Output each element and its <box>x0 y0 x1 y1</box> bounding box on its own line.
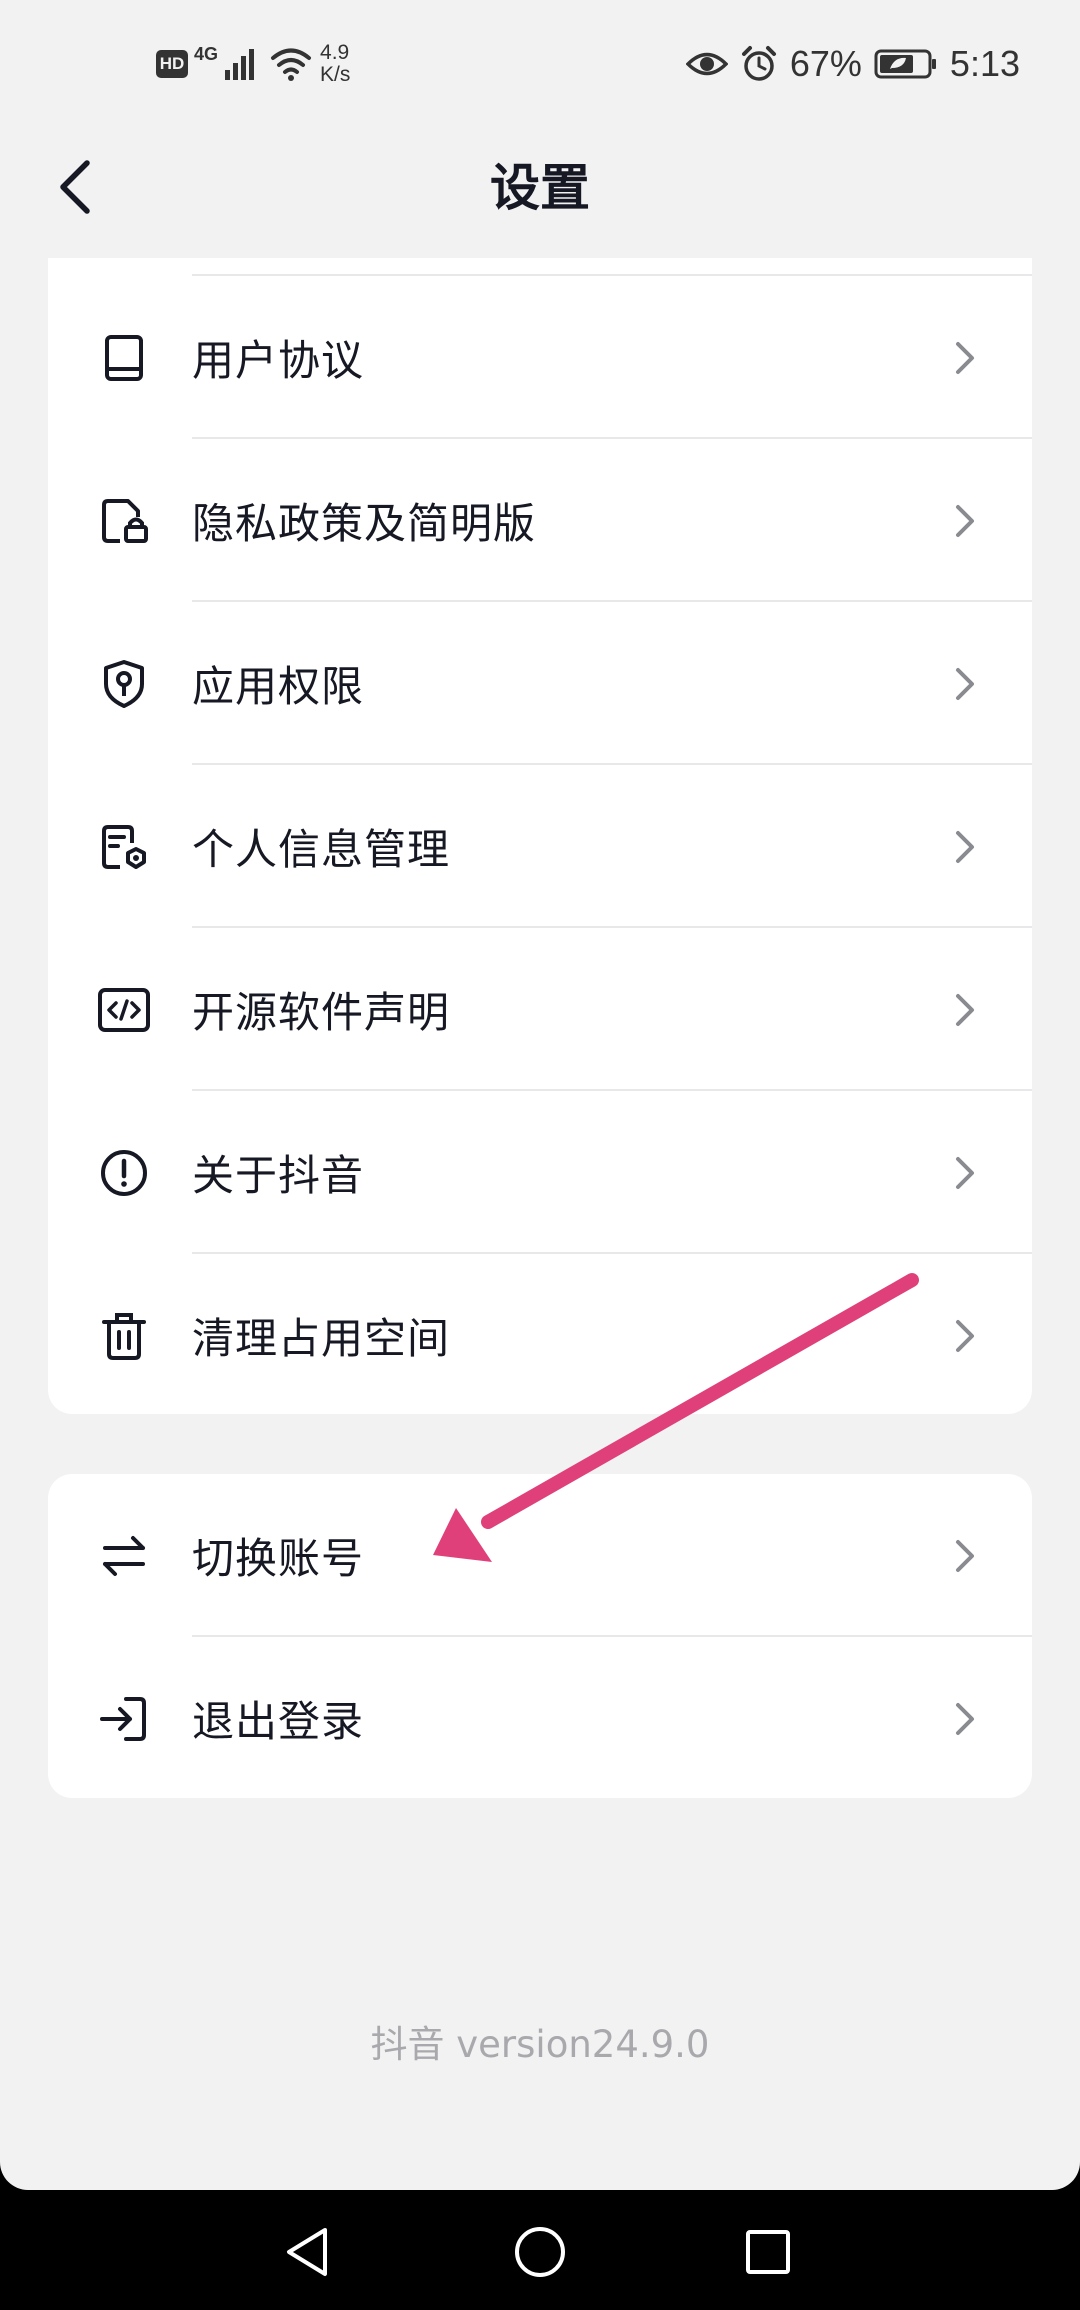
status-bar: HD 4G 4.9 K/s 67% 5:13 <box>0 0 1080 120</box>
network-speed: 4.9 K/s <box>320 42 350 86</box>
network-type: 4G <box>194 44 219 64</box>
switch-arrows-icon <box>96 1528 152 1584</box>
chevron-right-icon <box>950 1699 980 1739</box>
back-triangle-icon <box>287 2228 327 2276</box>
settings-row-clear-storage[interactable]: 清理占用空间 <box>48 1254 1032 1414</box>
screen: HD 4G 4.9 K/s 67% 5:13 设置 用户协议 隐私政策及简明版 … <box>0 0 1080 2190</box>
row-label: 个人信息管理 <box>192 825 451 874</box>
status-left: HD 4G 4.9 K/s <box>156 36 350 92</box>
clock: 5:13 <box>949 43 1020 84</box>
home-circle-icon <box>515 2227 565 2277</box>
row-label: 用户协议 <box>192 336 365 385</box>
shield-key-icon <box>96 656 152 712</box>
settings-row-open-source[interactable]: 开源软件声明 <box>48 928 1032 1091</box>
status-right: 67% 5:13 <box>685 36 1020 92</box>
chevron-right-icon <box>950 1536 980 1576</box>
wifi-icon <box>271 48 312 81</box>
row-label: 关于抖音 <box>192 1151 365 1200</box>
speed-value: 4.9 <box>320 41 350 64</box>
settings-row-app-permissions[interactable]: 应用权限 <box>48 602 1032 765</box>
row-label: 隐私政策及简明版 <box>192 499 537 548</box>
alarm-icon <box>741 46 776 81</box>
nav-recents-button[interactable] <box>728 2212 808 2292</box>
page-title: 设置 <box>490 159 590 217</box>
document-gear-icon <box>96 819 152 875</box>
eye-icon <box>685 52 728 76</box>
recents-square-icon <box>746 2230 790 2274</box>
battery-percent: 67% <box>789 43 862 84</box>
speed-unit: K/s <box>320 63 351 86</box>
chevron-right-icon <box>950 664 980 704</box>
chevron-right-icon <box>950 1153 980 1193</box>
settings-row-switch-account[interactable]: 切换账号 <box>48 1474 1032 1637</box>
chevron-right-icon <box>950 1316 980 1356</box>
chevron-right-icon <box>950 501 980 541</box>
header: 设置 <box>0 130 1080 240</box>
settings-row-about[interactable]: 关于抖音 <box>48 1091 1032 1254</box>
settings-row-personal-info[interactable]: 个人信息管理 <box>48 765 1032 928</box>
settings-group-legal: 用户协议 隐私政策及简明版 应用权限 个人信息管理 开源软件声明 关于抖音 清理… <box>48 258 1032 1414</box>
settings-group-account: 切换账号 退出登录 <box>48 1474 1032 1798</box>
book-icon <box>96 330 152 386</box>
settings-row-logout[interactable]: 退出登录 <box>48 1637 1032 1798</box>
code-icon <box>96 982 152 1038</box>
navigation-bar <box>0 2190 1080 2310</box>
app-version: 抖音 version24.9.0 <box>370 2023 710 2066</box>
battery-icon <box>874 49 936 79</box>
nav-back-button[interactable] <box>268 2212 348 2292</box>
signal-icon <box>225 49 255 80</box>
chevron-right-icon <box>950 990 980 1030</box>
chevron-right-icon <box>950 338 980 378</box>
settings-row-privacy-policy[interactable]: 隐私政策及简明版 <box>48 439 1032 602</box>
hd-badge: HD <box>156 50 188 78</box>
document-lock-icon <box>96 493 152 549</box>
nav-home-button[interactable] <box>500 2212 580 2292</box>
row-label: 应用权限 <box>192 662 365 711</box>
logout-icon <box>96 1691 152 1747</box>
row-label: 切换账号 <box>192 1534 365 1583</box>
row-label: 清理占用空间 <box>192 1314 451 1363</box>
info-circle-icon <box>96 1145 152 1201</box>
trash-icon <box>96 1308 152 1364</box>
settings-row-user-agreement[interactable]: 用户协议 <box>48 276 1032 439</box>
row-label: 开源软件声明 <box>192 988 451 1037</box>
chevron-right-icon <box>950 827 980 867</box>
row-label: 退出登录 <box>192 1697 365 1746</box>
